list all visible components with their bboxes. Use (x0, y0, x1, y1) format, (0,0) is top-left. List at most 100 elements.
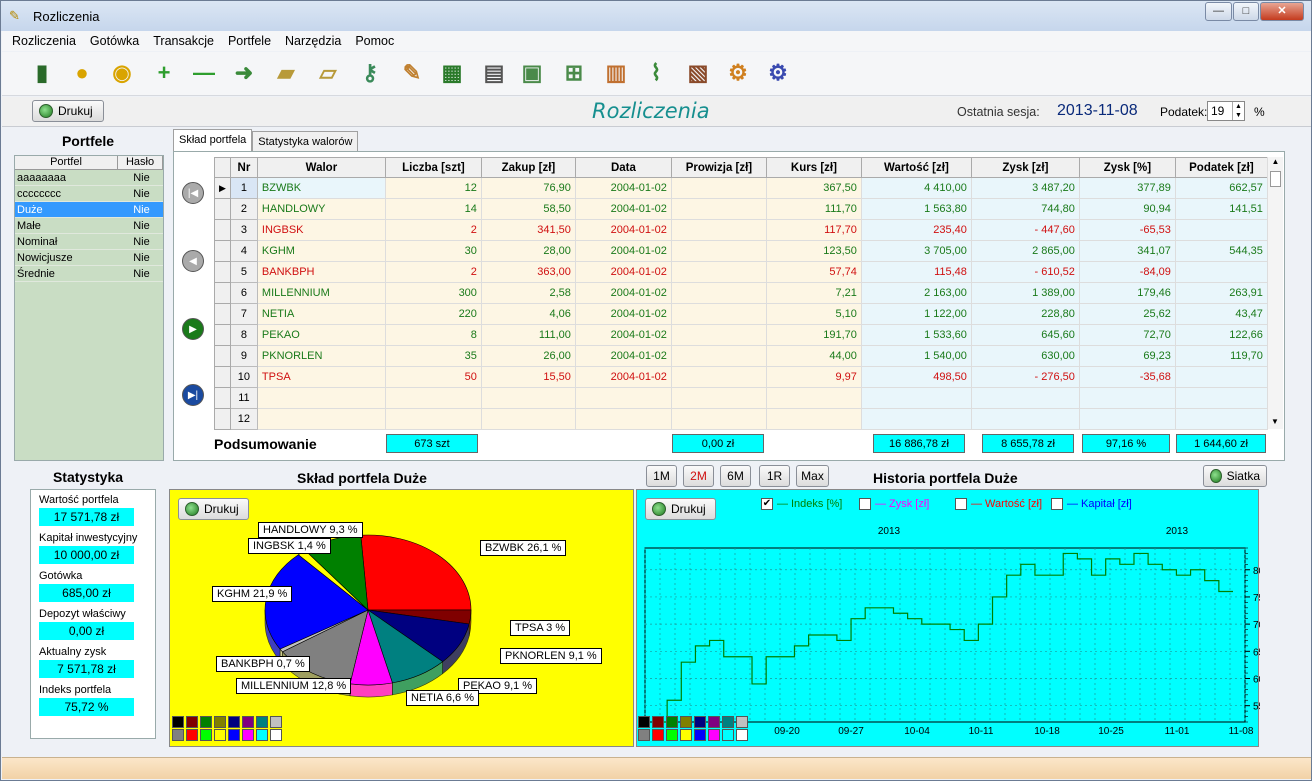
cell-zakup[interactable]: 26,00 (480, 345, 576, 367)
cell-zysk[interactable]: - 276,50 (970, 366, 1080, 388)
cell-kurs[interactable]: 117,70 (765, 219, 862, 241)
table-row[interactable]: 10 TPSA 50 15,50 2004-01-02 9,97 498,50- 276,5… (214, 366, 1268, 388)
cell-zakup[interactable]: 4,06 (480, 303, 576, 325)
column-haslo[interactable]: Hasło (118, 156, 163, 169)
previous-record-icon[interactable]: ◀ (182, 250, 204, 272)
cell-zysk[interactable]: 744,80 (970, 198, 1080, 220)
cell-prowizja[interactable] (670, 219, 767, 241)
last-record-icon[interactable]: ▶| (182, 384, 204, 406)
cell-zysk[interactable]: 645,60 (970, 324, 1080, 346)
cell-kurs[interactable] (765, 408, 862, 430)
cell-zysk[interactable]: 1 389,00 (970, 282, 1080, 304)
table-row[interactable]: 9 PKNORLEN 35 26,00 2004-01-02 44,00 1 540,00 6… (214, 345, 1268, 367)
portfolio-row[interactable]: Duże Nie (15, 202, 163, 218)
cell-zyskp[interactable]: -35,68 (1078, 366, 1176, 388)
column-header[interactable]: Walor (256, 157, 386, 178)
cell-podatek[interactable]: 544,35 (1174, 240, 1268, 262)
cell-liczba[interactable]: 2 (384, 261, 482, 283)
calculator-icon[interactable]: ▤ (478, 56, 510, 90)
sell-icon[interactable]: ▱ (312, 56, 344, 90)
cell-liczba[interactable] (384, 387, 482, 409)
column-header[interactable]: Zysk [zł] (970, 157, 1080, 178)
palette-swatch[interactable] (736, 729, 748, 741)
cell-walor[interactable]: MILLENNIUM (256, 282, 386, 304)
cell-zysk[interactable]: 3 487,20 (970, 177, 1080, 199)
column-header[interactable]: Liczba [szt] (384, 157, 482, 178)
next-record-icon[interactable]: ▶ (182, 318, 204, 340)
range-6m-button[interactable]: 6M (720, 465, 751, 487)
palette-swatch[interactable] (228, 716, 240, 728)
range-max-button[interactable]: Max (796, 465, 829, 487)
palette-swatch[interactable] (256, 716, 268, 728)
cell-prowizja[interactable] (670, 177, 767, 199)
cell-podatek[interactable]: 263,91 (1174, 282, 1268, 304)
cell-data[interactable]: 2004-01-02 (574, 324, 672, 346)
cell-podatek[interactable]: 662,57 (1174, 177, 1268, 199)
table-row[interactable]: 3 INGBSK 2 341,50 2004-01-02 117,70 235,40- 44… (214, 219, 1268, 241)
cell-podatek[interactable] (1174, 408, 1268, 430)
range-1r-button[interactable]: 1R (759, 465, 790, 487)
cell-zyskp[interactable]: 72,70 (1078, 324, 1176, 346)
cell-zyskp[interactable] (1078, 408, 1176, 430)
cell-prowizja[interactable] (670, 282, 767, 304)
palette-swatch[interactable] (200, 729, 212, 741)
cell-prowizja[interactable] (670, 240, 767, 262)
portfolio-row[interactable]: Nowicjusze Nie (15, 250, 163, 266)
palette-swatch[interactable] (680, 729, 692, 741)
cell-data[interactable]: 2004-01-02 (574, 345, 672, 367)
cell-prowizja[interactable] (670, 198, 767, 220)
cell-wartosc[interactable]: 3 705,00 (860, 240, 972, 262)
palette-swatch[interactable] (638, 729, 650, 741)
cell-walor[interactable]: TPSA (256, 366, 386, 388)
cell-data[interactable]: 2004-01-02 (574, 198, 672, 220)
palette-swatch[interactable] (694, 716, 706, 728)
cell-zakup[interactable]: 15,50 (480, 366, 576, 388)
table-row[interactable]: 7 NETIA 220 4,06 2004-01-02 5,10 1 122,00 228,8… (214, 303, 1268, 325)
menu-portfele[interactable]: Portfele (228, 34, 271, 48)
cell-kurs[interactable]: 191,70 (765, 324, 862, 346)
import-icon[interactable]: ➜ (228, 56, 260, 90)
palette-swatch[interactable] (256, 729, 268, 741)
table-row[interactable]: 8 PEKAO 8 111,00 2004-01-02 191,70 1 533,60 645… (214, 324, 1268, 346)
cell-wartosc[interactable] (860, 408, 972, 430)
cell-data[interactable] (574, 387, 672, 409)
cell-zakup[interactable]: 76,90 (480, 177, 576, 199)
cell-kurs[interactable]: 57,74 (765, 261, 862, 283)
palette-swatch[interactable] (186, 729, 198, 741)
cell-zakup[interactable]: 58,50 (480, 198, 576, 220)
chart-window-icon[interactable]: ▣ (516, 56, 548, 90)
table-row[interactable]: 12 (214, 408, 1268, 430)
tab-statystyka-walorow[interactable]: Statystyka walorów (252, 131, 359, 151)
cell-zakup[interactable]: 2,58 (480, 282, 576, 304)
palette-swatch[interactable] (270, 716, 282, 728)
cell-liczba[interactable]: 50 (384, 366, 482, 388)
cell-wartosc[interactable]: 2 163,00 (860, 282, 972, 304)
palette-swatch[interactable] (186, 716, 198, 728)
palette-swatch[interactable] (214, 729, 226, 741)
range-2m-button[interactable]: 2M (683, 465, 714, 487)
cell-zyskp[interactable]: 25,62 (1078, 303, 1176, 325)
pie-slice[interactable] (360, 534, 472, 611)
palette-swatch[interactable] (228, 729, 240, 741)
cell-zakup[interactable]: 28,00 (480, 240, 576, 262)
first-record-icon[interactable]: |◀ (182, 182, 204, 204)
palette-swatch[interactable] (214, 716, 226, 728)
range-1m-button[interactable]: 1M (646, 465, 677, 487)
cell-data[interactable] (574, 408, 672, 430)
exit-door-icon[interactable]: ▮ (26, 56, 58, 90)
graph-icon[interactable]: ⊞ (558, 56, 590, 90)
palette-swatch[interactable] (666, 729, 678, 741)
cell-zyskp[interactable]: -84,09 (1078, 261, 1176, 283)
palette-swatch[interactable] (722, 729, 734, 741)
palette-swatch[interactable] (638, 716, 650, 728)
cell-kurs[interactable]: 111,70 (765, 198, 862, 220)
cell-wartosc[interactable]: 235,40 (860, 219, 972, 241)
cell-podatek[interactable]: 122,66 (1174, 324, 1268, 346)
cell-kurs[interactable] (765, 387, 862, 409)
remove-icon[interactable]: — (188, 56, 220, 90)
column-header[interactable]: Data (574, 157, 672, 178)
cell-data[interactable]: 2004-01-02 (574, 366, 672, 388)
cell-data[interactable]: 2004-01-02 (574, 303, 672, 325)
cell-walor[interactable]: PKNORLEN (256, 345, 386, 367)
table-row[interactable]: 4 KGHM 30 28,00 2004-01-02 123,50 3 705,00 2 86… (214, 240, 1268, 262)
